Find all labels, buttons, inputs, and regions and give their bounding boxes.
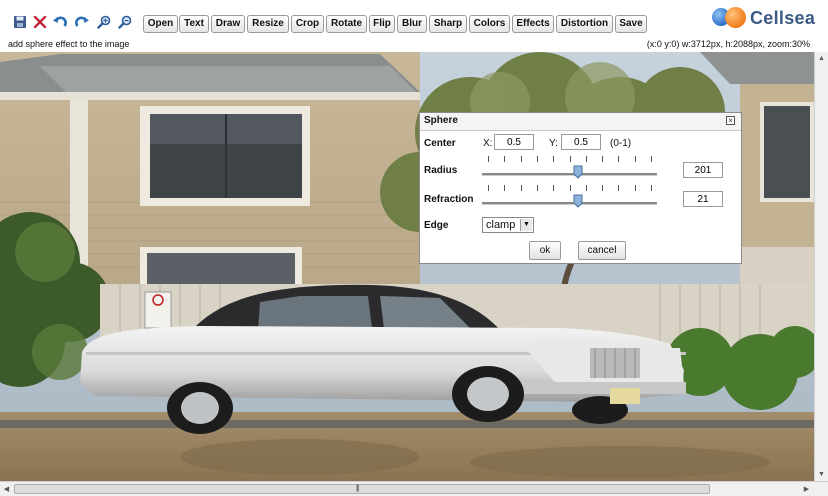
blur-button[interactable]: Blur (397, 15, 427, 33)
save-button[interactable]: Save (615, 15, 647, 33)
cancel-button[interactable]: cancel (578, 241, 626, 260)
dialog-close-icon[interactable]: × (726, 116, 735, 125)
slider-tick (488, 185, 489, 191)
open-button[interactable]: Open (143, 15, 178, 33)
sphere-dialog: Sphere × Center X: Y: (0-1) Radius Refra… (419, 112, 742, 264)
range-hint: (0-1) (610, 138, 632, 149)
undo-icon[interactable] (52, 14, 68, 30)
dialog-title: Sphere (424, 115, 458, 126)
horizontal-scrollbar[interactable]: ◀ ||| ▶ (0, 481, 828, 496)
slider-tick (602, 185, 603, 191)
slider-tick (537, 185, 538, 191)
slider-tick (602, 156, 603, 162)
grip-icon: ||| (356, 485, 360, 492)
slider-tick (618, 185, 619, 191)
slider-tick (651, 156, 652, 162)
radius-slider-thumb[interactable] (573, 165, 583, 179)
effects-button[interactable]: Effects (512, 15, 554, 33)
slider-tick (635, 156, 636, 162)
crop-button[interactable]: Crop (291, 15, 324, 33)
dialog-titlebar[interactable]: Sphere × (420, 113, 741, 131)
colors-button[interactable]: Colors (469, 15, 510, 33)
slider-tick (537, 156, 538, 162)
redo-icon[interactable] (74, 14, 90, 30)
draw-button[interactable]: Draw (211, 15, 245, 33)
status-bar: add sphere effect to the image (x:0 y:0)… (0, 36, 828, 52)
center-x-input[interactable] (494, 134, 534, 150)
scroll-left-icon[interactable]: ◀ (0, 482, 13, 495)
logo-balls-icon (710, 5, 748, 31)
refraction-slider[interactable] (482, 184, 660, 210)
text-button[interactable]: Text (179, 15, 209, 33)
edge-select[interactable]: clamp ▼ (482, 217, 534, 233)
distortion-button[interactable]: Distortion (556, 15, 613, 33)
edge-label: Edge (424, 220, 449, 231)
slider-tick (553, 185, 554, 191)
ok-button[interactable]: ok (529, 241, 561, 260)
chevron-down-icon[interactable]: ▼ (520, 219, 532, 231)
slider-tick (504, 185, 505, 191)
radius-slider[interactable] (482, 155, 660, 181)
scroll-right-icon[interactable]: ▶ (800, 482, 813, 495)
center-label: Center (424, 138, 456, 149)
slider-tick (635, 185, 636, 191)
rotate-button[interactable]: Rotate (326, 15, 367, 33)
horizontal-scroll-thumb[interactable]: ||| (14, 484, 710, 494)
x-label: X: (483, 138, 493, 149)
scroll-up-icon[interactable]: ▲ (815, 52, 828, 65)
slider-tick (586, 185, 587, 191)
logo-text: Cellsea (750, 7, 816, 28)
close-icon[interactable] (32, 14, 48, 30)
edge-select-value: clamp (486, 219, 516, 231)
vertical-scrollbar[interactable]: ▲ ▼ (814, 52, 828, 481)
slider-tick (586, 156, 587, 162)
status-message: add sphere effect to the image (8, 39, 130, 49)
flip-button[interactable]: Flip (369, 15, 395, 33)
radius-value-input[interactable] (683, 162, 723, 178)
sharp-button[interactable]: Sharp (429, 15, 467, 33)
slider-tick (618, 156, 619, 162)
zoom-out-icon[interactable] (117, 14, 133, 30)
refraction-label: Refraction (424, 194, 474, 205)
center-y-input[interactable] (561, 134, 601, 150)
zoom-in-icon[interactable] (96, 14, 112, 30)
slider-tick (521, 156, 522, 162)
radius-label: Radius (424, 165, 458, 176)
cellsea-logo: Cellsea (710, 4, 815, 32)
refraction-slider-thumb[interactable] (573, 194, 583, 208)
save-icon[interactable] (12, 14, 28, 30)
toolbar: Open Text Draw Resize Crop Rotate Flip B… (0, 0, 828, 36)
scroll-down-icon[interactable]: ▼ (815, 468, 828, 481)
refraction-value-input[interactable] (683, 191, 723, 207)
slider-tick (570, 156, 571, 162)
resize-button[interactable]: Resize (247, 15, 289, 33)
y-label: Y: (549, 138, 558, 149)
radius-slider-track (482, 173, 657, 176)
slider-tick (488, 156, 489, 162)
slider-tick (553, 156, 554, 162)
refraction-slider-track (482, 202, 657, 205)
image-info: (x:0 y:0) w:3712px, h:2088px, zoom:30% (646, 39, 810, 49)
slider-tick (570, 185, 571, 191)
slider-tick (504, 156, 505, 162)
slider-tick (521, 185, 522, 191)
slider-tick (651, 185, 652, 191)
